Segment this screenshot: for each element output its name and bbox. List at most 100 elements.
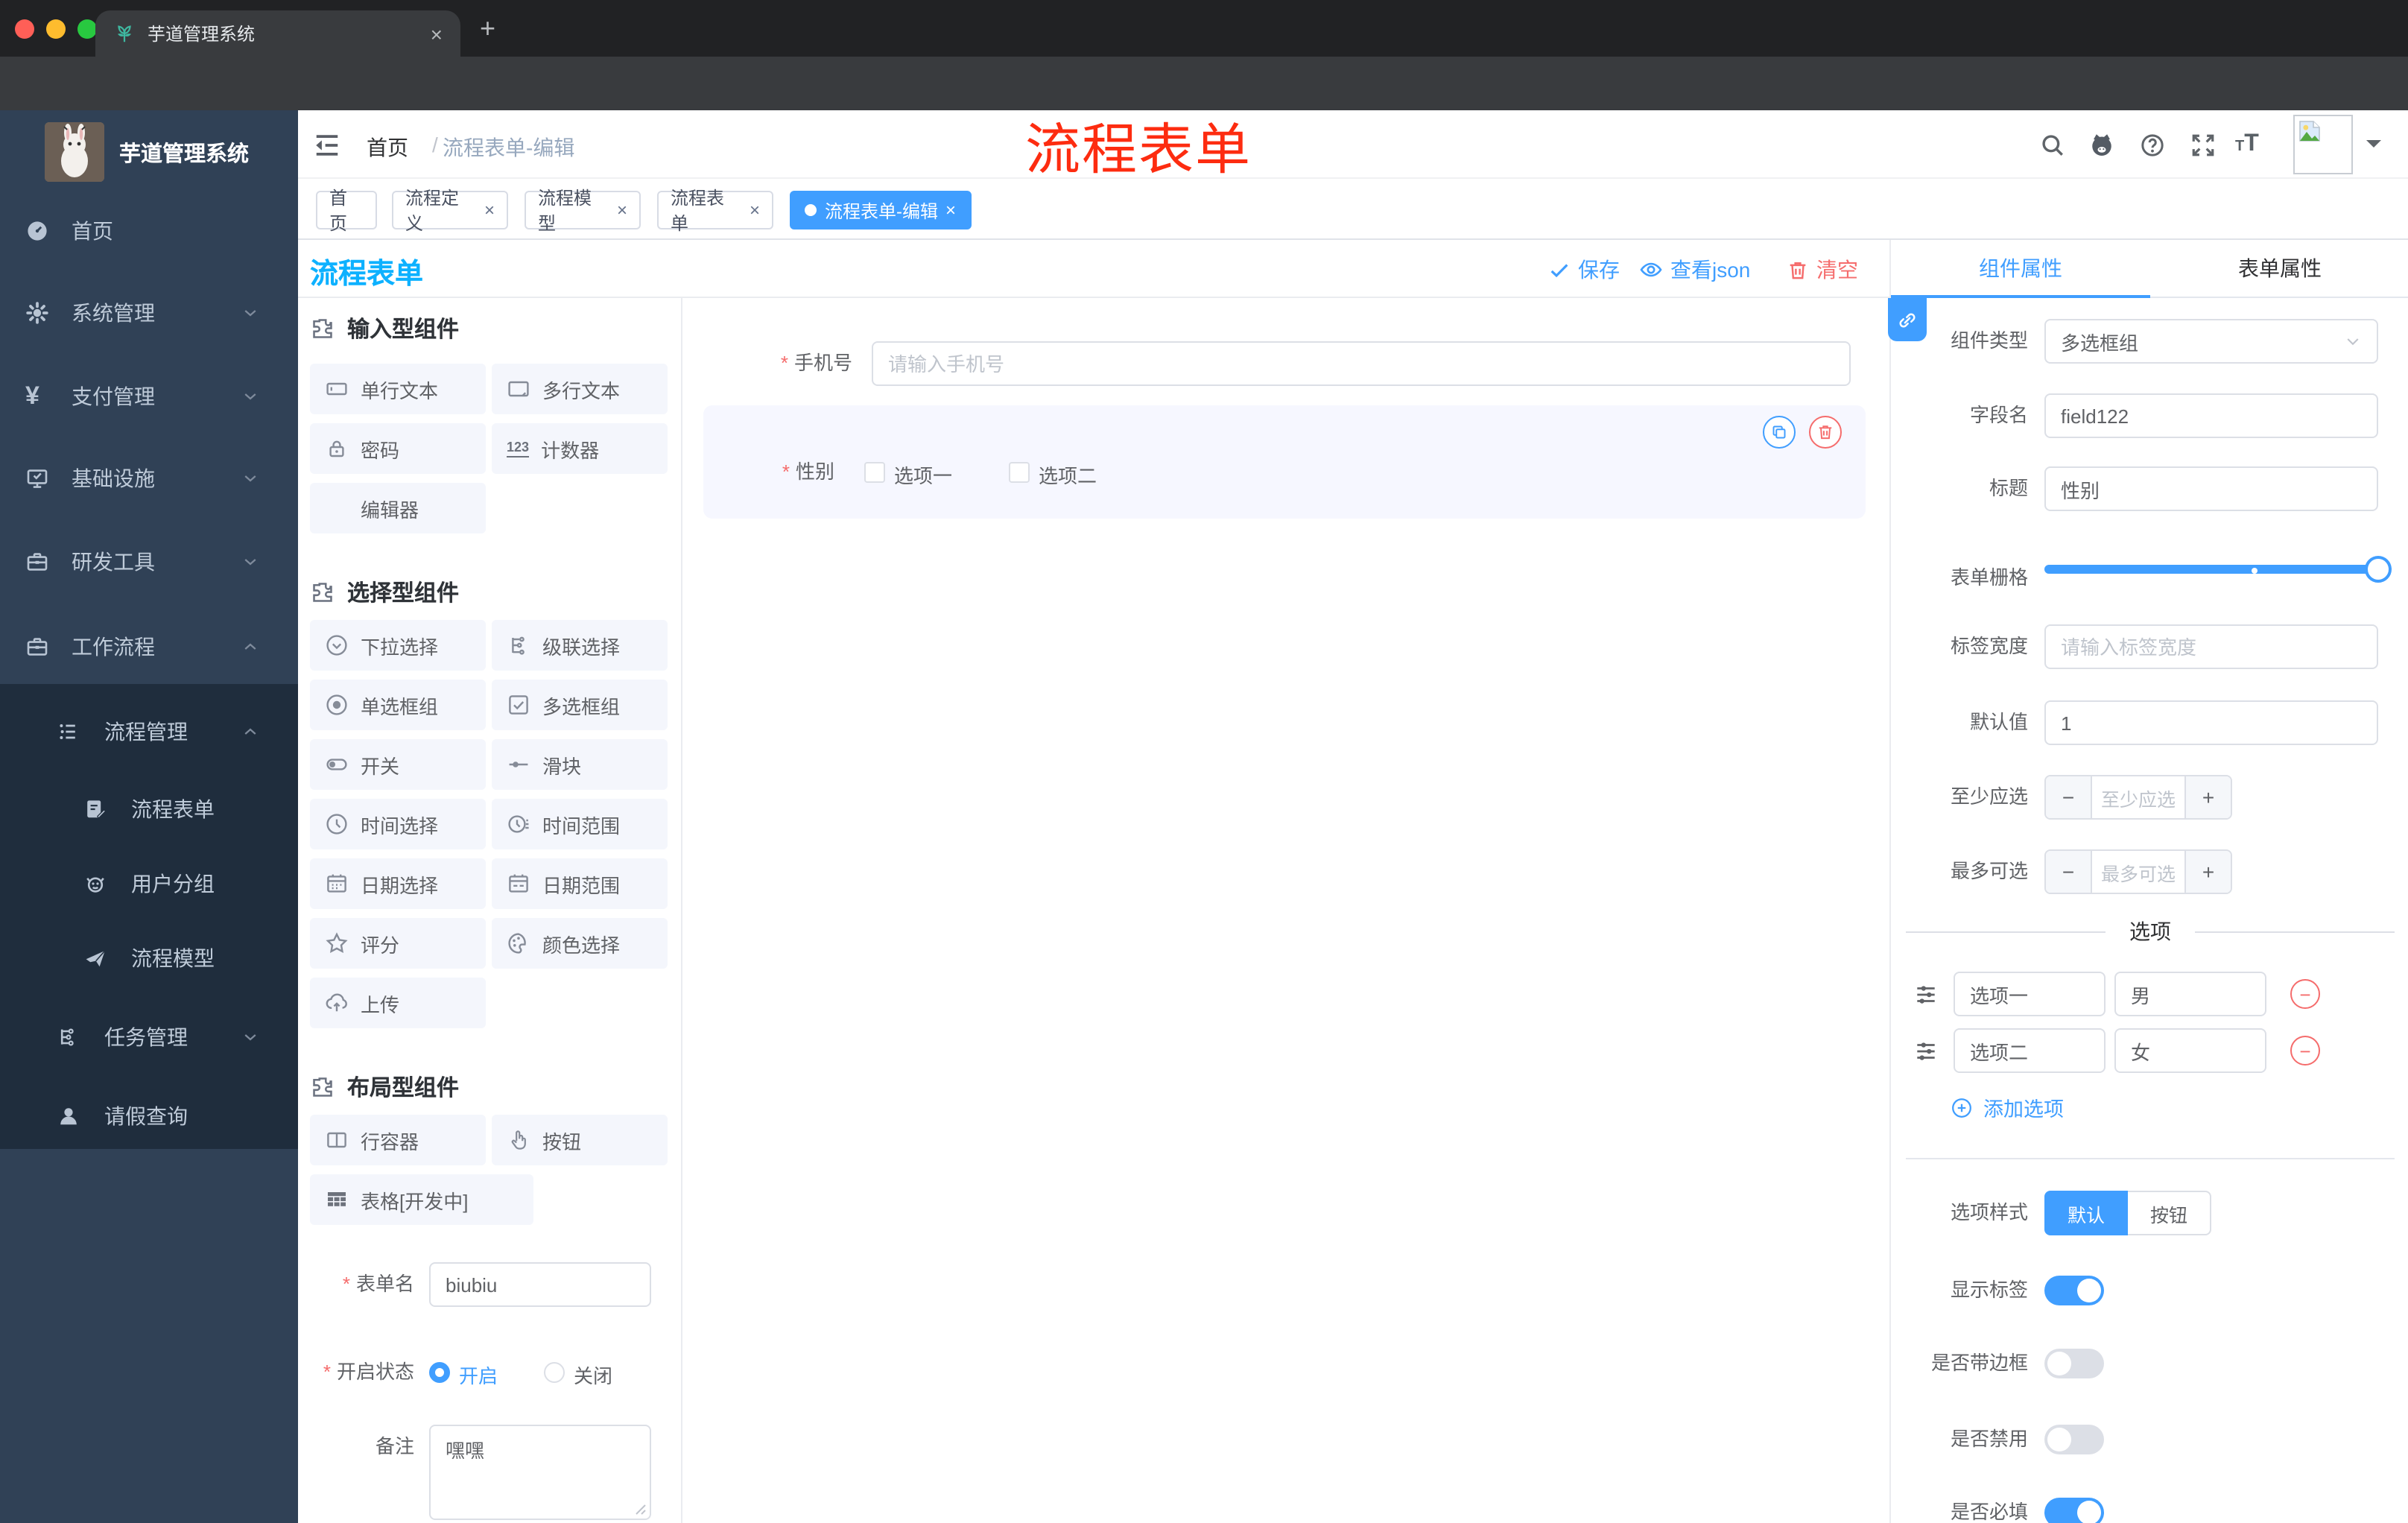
view-json-button[interactable]: 查看json xyxy=(1639,255,1750,285)
option-2-value-input[interactable] xyxy=(2114,1028,2266,1073)
component-row-container[interactable]: 行容器 xyxy=(310,1115,486,1165)
add-option-button[interactable]: 添加选项 xyxy=(1951,1092,2064,1122)
sidebar-item-process-form[interactable]: 流程表单 xyxy=(0,772,298,846)
save-button[interactable]: 保存 xyxy=(1548,255,1620,285)
gender-option-2-label[interactable]: 选项二 xyxy=(1039,460,1097,489)
plus-button[interactable]: + xyxy=(2186,776,2231,818)
component-time-picker[interactable]: 时间选择 xyxy=(310,799,486,849)
github-icon[interactable] xyxy=(2089,133,2114,158)
component-upload[interactable]: 上传 xyxy=(310,978,486,1028)
label-width-input[interactable] xyxy=(2044,624,2378,669)
phone-field-input[interactable] xyxy=(872,341,1851,386)
sidebar-item-home[interactable]: 首页 xyxy=(0,194,298,268)
remove-option-button[interactable]: − xyxy=(2290,979,2320,1009)
drag-handle-icon[interactable] xyxy=(1913,982,1939,1007)
component-text-input[interactable]: 单行文本 xyxy=(310,364,486,414)
slider-handle[interactable] xyxy=(2365,556,2392,583)
sidebar-item-payment[interactable]: ¥ 支付管理 xyxy=(0,359,298,434)
close-window-button[interactable] xyxy=(15,19,34,39)
sidebar-item-task-manage[interactable]: 任务管理 xyxy=(0,1000,298,1074)
sidebar-item-workflow[interactable]: 工作流程 xyxy=(0,609,298,684)
component-editor[interactable]: 编辑器 xyxy=(310,483,486,533)
copy-component-button[interactable] xyxy=(1763,416,1796,449)
minus-button[interactable]: − xyxy=(2046,776,2091,818)
sidebar-item-leave-query[interactable]: 请假查询 xyxy=(0,1079,298,1153)
delete-component-button[interactable] xyxy=(1809,416,1842,449)
option-1-label-input[interactable] xyxy=(1954,972,2106,1016)
radio-on[interactable] xyxy=(429,1362,450,1383)
component-date-picker[interactable]: 日期选择 xyxy=(310,858,486,909)
form-grid-slider[interactable] xyxy=(2044,556,2392,583)
tagview-process-model[interactable]: 流程模型 × xyxy=(525,188,641,234)
minus-button[interactable]: − xyxy=(2046,851,2091,893)
option-1-value-input[interactable] xyxy=(2114,972,2266,1016)
default-value-input[interactable] xyxy=(2044,700,2378,745)
search-icon[interactable] xyxy=(2040,133,2065,158)
tag-close-icon[interactable]: × xyxy=(484,200,495,221)
component-rate[interactable]: 评分 xyxy=(310,918,486,969)
option-2-label-input[interactable] xyxy=(1954,1028,2106,1073)
component-type-select[interactable]: 多选框组 xyxy=(2044,319,2378,364)
component-cascader[interactable]: 级联选择 xyxy=(492,620,668,671)
component-time-range[interactable]: 时间范围 xyxy=(492,799,668,849)
component-switch[interactable]: 开关 xyxy=(310,739,486,790)
sidebar-item-infrastructure[interactable]: 基础设施 xyxy=(0,441,298,516)
component-textarea[interactable]: 多行文本 xyxy=(492,364,668,414)
sidebar-item-process-manage[interactable]: 流程管理 xyxy=(0,694,298,769)
max-select-input[interactable]: 最多可选 xyxy=(2091,851,2186,893)
help-icon[interactable] xyxy=(2140,133,2165,158)
component-button[interactable]: 按钮 xyxy=(492,1115,668,1165)
component-slider[interactable]: 滑块 xyxy=(492,739,668,790)
required-toggle[interactable] xyxy=(2044,1498,2104,1523)
breadcrumb-home[interactable]: 首页 xyxy=(367,133,408,162)
title-input[interactable] xyxy=(2044,466,2378,511)
tab-form-props[interactable]: 表单属性 xyxy=(2150,240,2408,298)
avatar[interactable] xyxy=(2293,115,2353,174)
tag-close-icon[interactable]: × xyxy=(750,200,760,221)
tag-close-icon[interactable]: × xyxy=(617,200,627,221)
gender-checkbox-2[interactable] xyxy=(1009,462,1030,483)
form-name-input[interactable] xyxy=(429,1262,651,1307)
component-counter[interactable]: 123 计数器 xyxy=(492,423,668,474)
tagview-process-def[interactable]: 流程定义 × xyxy=(392,188,508,234)
sidebar-item-devtools[interactable]: 研发工具 xyxy=(0,525,298,599)
border-toggle[interactable] xyxy=(2044,1349,2104,1378)
sidebar-item-system[interactable]: 系统管理 xyxy=(0,276,298,350)
component-color-picker[interactable]: 颜色选择 xyxy=(492,918,668,969)
component-radio-group[interactable]: 单选框组 xyxy=(310,680,486,730)
show-label-toggle[interactable] xyxy=(2044,1276,2104,1305)
browser-tab[interactable]: 芋道管理系统 × xyxy=(95,10,460,57)
style-button-button[interactable]: 按钮 xyxy=(2128,1191,2211,1235)
new-tab-button[interactable]: + xyxy=(480,15,495,42)
radio-on-label[interactable]: 开启 xyxy=(459,1361,498,1389)
component-date-range[interactable]: 日期范围 xyxy=(492,858,668,909)
remark-textarea[interactable]: 嘿嘿 xyxy=(429,1425,651,1520)
tagview-process-form[interactable]: 流程表单 × xyxy=(657,188,773,234)
tab-component-props[interactable]: 组件属性 xyxy=(1891,240,2150,298)
slider-track[interactable] xyxy=(2044,565,2378,574)
gender-checkbox-1[interactable] xyxy=(864,462,885,483)
gender-option-1-label[interactable]: 选项一 xyxy=(894,460,952,489)
tag-close-icon[interactable]: × xyxy=(945,200,956,221)
field-name-input[interactable] xyxy=(2044,393,2378,438)
zoom-window-button[interactable] xyxy=(77,19,97,39)
resize-handle[interactable] xyxy=(632,1501,647,1516)
component-table-dev[interactable]: 表格[开发中] xyxy=(310,1174,533,1225)
radio-off[interactable] xyxy=(544,1362,565,1383)
style-default-button[interactable]: 默认 xyxy=(2044,1191,2128,1235)
sidebar-item-process-model[interactable]: 流程模型 xyxy=(0,921,298,995)
tab-close-icon[interactable]: × xyxy=(431,23,443,44)
avatar-dropdown-icon[interactable] xyxy=(2366,140,2381,155)
component-select[interactable]: 下拉选择 xyxy=(310,620,486,671)
component-checkbox-group[interactable]: 多选框组 xyxy=(492,680,668,730)
disabled-toggle[interactable] xyxy=(2044,1425,2104,1454)
selected-component-block[interactable]: 性别 选项一 选项二 xyxy=(703,405,1866,519)
sidebar-fold-icon[interactable] xyxy=(313,131,341,159)
plus-button[interactable]: + xyxy=(2186,851,2231,893)
font-size-icon[interactable]: TT xyxy=(2235,131,2259,158)
clear-button[interactable]: 清空 xyxy=(1787,255,1858,285)
form-canvas[interactable]: 手机号 性别 选项一 选项二 xyxy=(682,298,1889,1523)
minimize-window-button[interactable] xyxy=(46,19,66,39)
sidebar-item-user-group[interactable]: 用户分组 xyxy=(0,846,298,921)
tagview-home[interactable]: 首页 xyxy=(316,188,377,234)
